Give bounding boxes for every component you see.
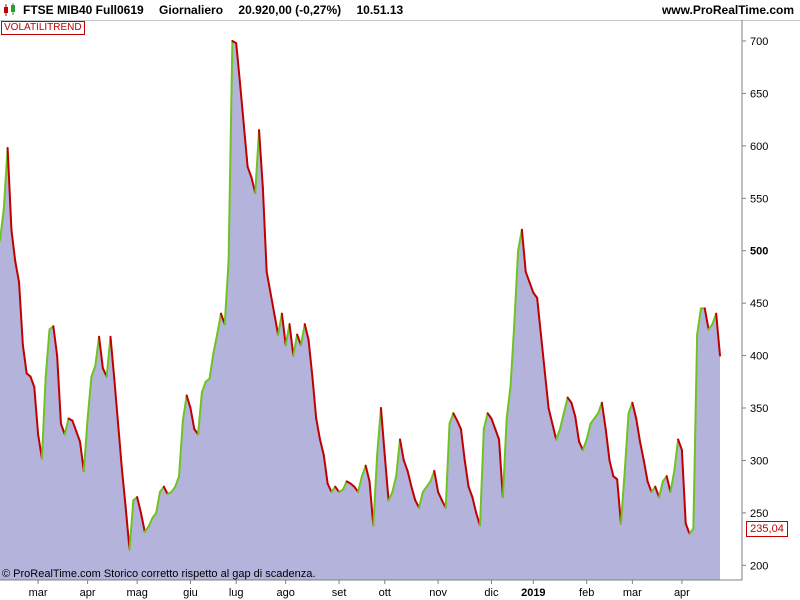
x-tick-label: set <box>332 587 347 599</box>
y-tick-label: 450 <box>750 298 768 310</box>
indicator-label[interactable]: VOLATILITREND <box>1 21 85 35</box>
y-tick-label: 600 <box>750 141 768 153</box>
y-tick-label: 700 <box>750 36 768 48</box>
x-tick-label: nov <box>429 587 447 599</box>
volatility-chart[interactable]: 200 250 300 350 400 450 500 550 600 650 700 mar apr… <box>0 0 800 600</box>
x-tick-label: apr <box>80 587 96 599</box>
y-tick-label: 200 <box>750 560 768 572</box>
x-tick-label: mag <box>126 587 147 599</box>
y-tick-label: 350 <box>750 403 768 415</box>
y-tick-label: 550 <box>750 193 768 205</box>
last-value-badge: 235,04 <box>746 520 788 537</box>
y-tick-label: 250 <box>750 508 768 520</box>
y-tick-label: 300 <box>750 455 768 467</box>
x-tick-label: lug <box>229 587 244 599</box>
y-tick-label: 650 <box>750 88 768 100</box>
y-tick-label: 500 <box>750 246 768 258</box>
x-tick-label: ago <box>277 587 295 599</box>
x-tick-label: 2019 <box>521 587 545 599</box>
y-tick-label: 400 <box>750 351 768 363</box>
x-tick-label: ott <box>379 587 391 599</box>
x-tick-label: giu <box>183 587 198 599</box>
x-tick-label: feb <box>579 587 594 599</box>
area-fill <box>0 40 720 581</box>
y-axis-ticks: 200 250 300 350 400 450 500 550 600 650 700 <box>742 36 768 572</box>
x-tick-label: mar <box>623 587 642 599</box>
x-tick-label: mar <box>29 587 48 599</box>
x-tick-label: apr <box>674 587 690 599</box>
x-tick-label: dic <box>484 587 499 599</box>
x-axis-ticks: mar apr mag giu lug ago set ott nov dic 2019 feb mar… <box>29 580 690 599</box>
footer-note: © ProRealTime.com Storico corretto rispe… <box>2 568 316 580</box>
